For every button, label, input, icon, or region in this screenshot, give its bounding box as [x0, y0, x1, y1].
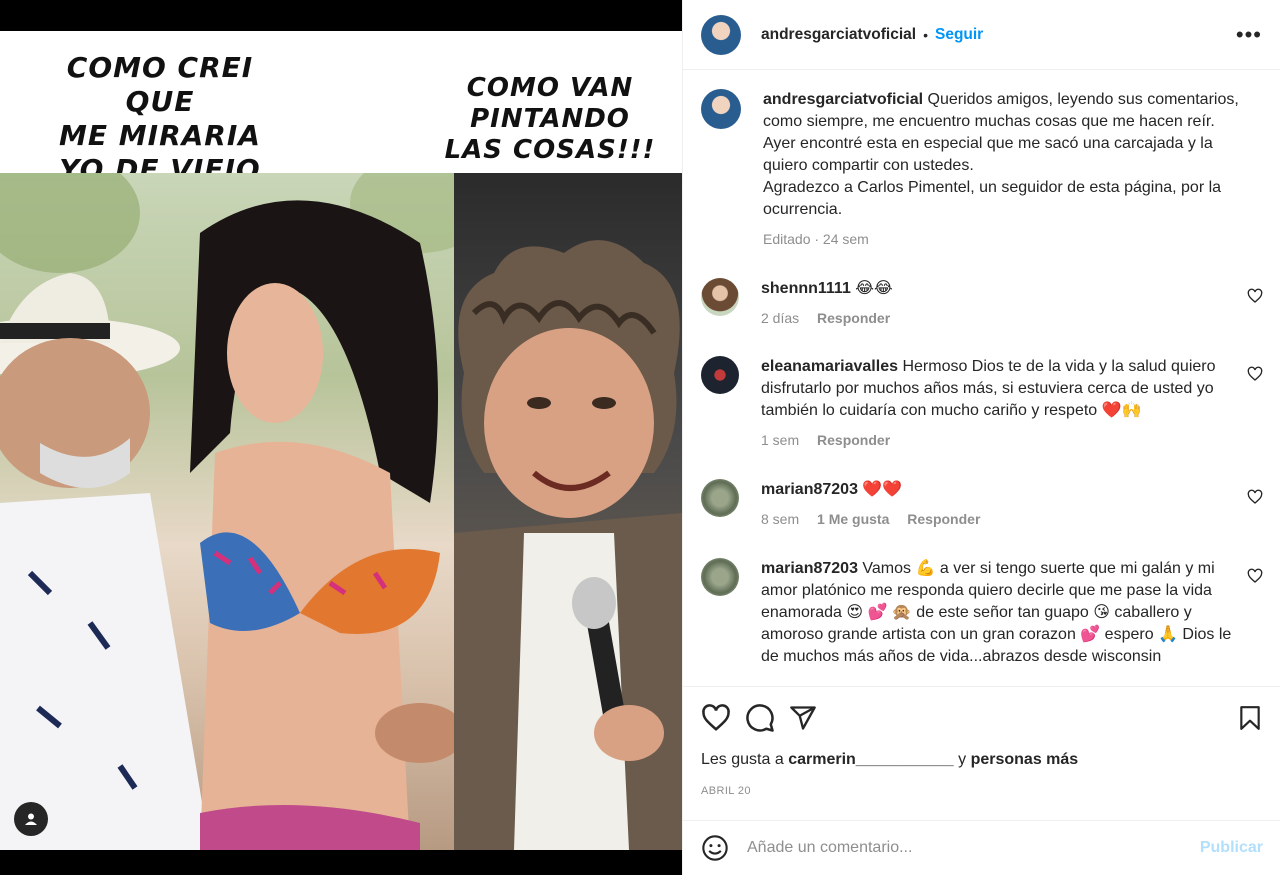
comment-meta: 2 días Responder — [761, 307, 1241, 329]
author-avatar[interactable] — [701, 14, 741, 55]
likes-summary: Les gusta a carmerin___________ y person… — [701, 751, 1263, 769]
comment-body: shennn1111 😂😂 2 días Responder — [761, 278, 1241, 329]
meme-caption-left: COMO CREI QUE ME MIRARIA YO DE VIEJO — [59, 51, 261, 186]
post-date: ABRIL 20 — [701, 785, 751, 797]
like-comment-icon[interactable] — [1247, 489, 1263, 505]
caption-body: andresgarciatvoficial Queridos amigos, l… — [763, 89, 1243, 250]
photo-left-panel — [0, 173, 454, 850]
more-options-icon[interactable]: ••• — [1236, 22, 1262, 48]
comment-time: 2 días — [761, 310, 800, 326]
comment-body: eleanamariavalles Hermoso Dios te de la … — [761, 356, 1241, 451]
like-comment-icon[interactable] — [1247, 288, 1263, 304]
commenter-avatar[interactable] — [701, 356, 739, 394]
list-item: eleanamariavalles Hermoso Dios te de la … — [701, 356, 1263, 451]
commenter-avatar[interactable] — [701, 558, 739, 596]
likes-conj: y — [958, 751, 967, 768]
reply-button[interactable]: Responder — [817, 310, 890, 326]
post-media[interactable]: COMO CREI QUE ME MIRARIA YO DE VIEJO COM… — [0, 0, 682, 875]
comment-username[interactable]: marian87203 — [761, 481, 858, 498]
post-image[interactable]: COMO CREI QUE ME MIRARIA YO DE VIEJO COM… — [0, 31, 682, 850]
comment-text: 😂😂 — [855, 280, 893, 297]
publish-button[interactable]: Publicar — [1200, 839, 1263, 857]
comment-body: marian87203 ❤️❤️ 8 sem 1 Me gusta Respon… — [761, 479, 1241, 530]
emoji-icon[interactable] — [701, 834, 729, 862]
header-separator: • — [923, 26, 928, 43]
post-caption: andresgarciatvoficial Queridos amigos, l… — [701, 89, 1263, 250]
share-icon[interactable] — [789, 704, 817, 732]
caption-meta: Editado · 24 sem — [763, 231, 869, 247]
comment-meta: 1 sem Responder — [761, 429, 1241, 451]
comment-username[interactable]: eleanamariavalles — [761, 358, 898, 375]
caption-username[interactable]: andresgarciatvoficial — [763, 91, 923, 108]
list-item: marian87203 ❤️❤️ 8 sem 1 Me gusta Respon… — [701, 479, 1263, 530]
reply-button[interactable]: Responder — [817, 432, 890, 448]
comment-time: 8 sem — [761, 511, 800, 527]
post-details-panel: andresgarciatvoficial • Seguir ••• andre… — [682, 0, 1280, 875]
follow-button[interactable]: Seguir — [935, 26, 983, 44]
likes-user[interactable]: carmerin___________ — [788, 751, 953, 768]
caption-author-avatar[interactable] — [701, 89, 741, 129]
like-icon[interactable] — [701, 703, 731, 733]
tagged-user-icon[interactable] — [14, 802, 48, 836]
commenter-avatar[interactable] — [701, 479, 739, 517]
comment-meta: 8 sem 1 Me gusta Responder — [761, 508, 1241, 530]
reply-button[interactable]: Responder — [907, 511, 980, 527]
post-header: andresgarciatvoficial • Seguir ••• — [683, 0, 1280, 70]
likes-prefix: Les gusta a — [701, 751, 784, 768]
like-comment-icon[interactable] — [1247, 568, 1263, 584]
comment-likes-count[interactable]: 1 Me gusta — [817, 511, 889, 527]
likes-others-link[interactable]: personas más — [971, 751, 1079, 768]
list-item: marian87203 Vamos 💪 a ver si tengo suert… — [701, 558, 1263, 668]
list-item: shennn1111 😂😂 2 días Responder — [701, 278, 1263, 329]
author-username[interactable]: andresgarciatvoficial — [761, 26, 916, 44]
comment-username[interactable]: shennn1111 — [761, 280, 851, 297]
caption-text-2: Agradezco a Carlos Pimentel, un seguidor… — [763, 179, 1222, 218]
like-comment-icon[interactable] — [1247, 366, 1263, 382]
comment-text: ❤️❤️ — [862, 481, 903, 498]
comment-icon[interactable] — [745, 703, 775, 733]
post-actions: Les gusta a carmerin___________ y person… — [683, 686, 1280, 820]
comment-body: marian87203 Vamos 💪 a ver si tengo suert… — [761, 558, 1241, 668]
meme-caption-band: COMO CREI QUE ME MIRARIA YO DE VIEJO COM… — [0, 31, 682, 186]
save-icon[interactable] — [1237, 704, 1263, 732]
comment-username[interactable]: marian87203 — [761, 560, 858, 577]
commenter-avatar[interactable] — [701, 278, 739, 316]
action-icons — [701, 687, 1263, 749]
photo-right-panel — [454, 173, 682, 850]
add-comment-bar: Añade un comentario... Publicar — [683, 820, 1280, 875]
comments-list[interactable]: andresgarciatvoficial Queridos amigos, l… — [683, 71, 1280, 685]
meme-caption-right: COMO VAN PINTANDO LAS COSAS!!! — [444, 73, 656, 165]
comment-input[interactable]: Añade un comentario... — [747, 839, 1200, 857]
comment-time: 1 sem — [761, 432, 800, 448]
